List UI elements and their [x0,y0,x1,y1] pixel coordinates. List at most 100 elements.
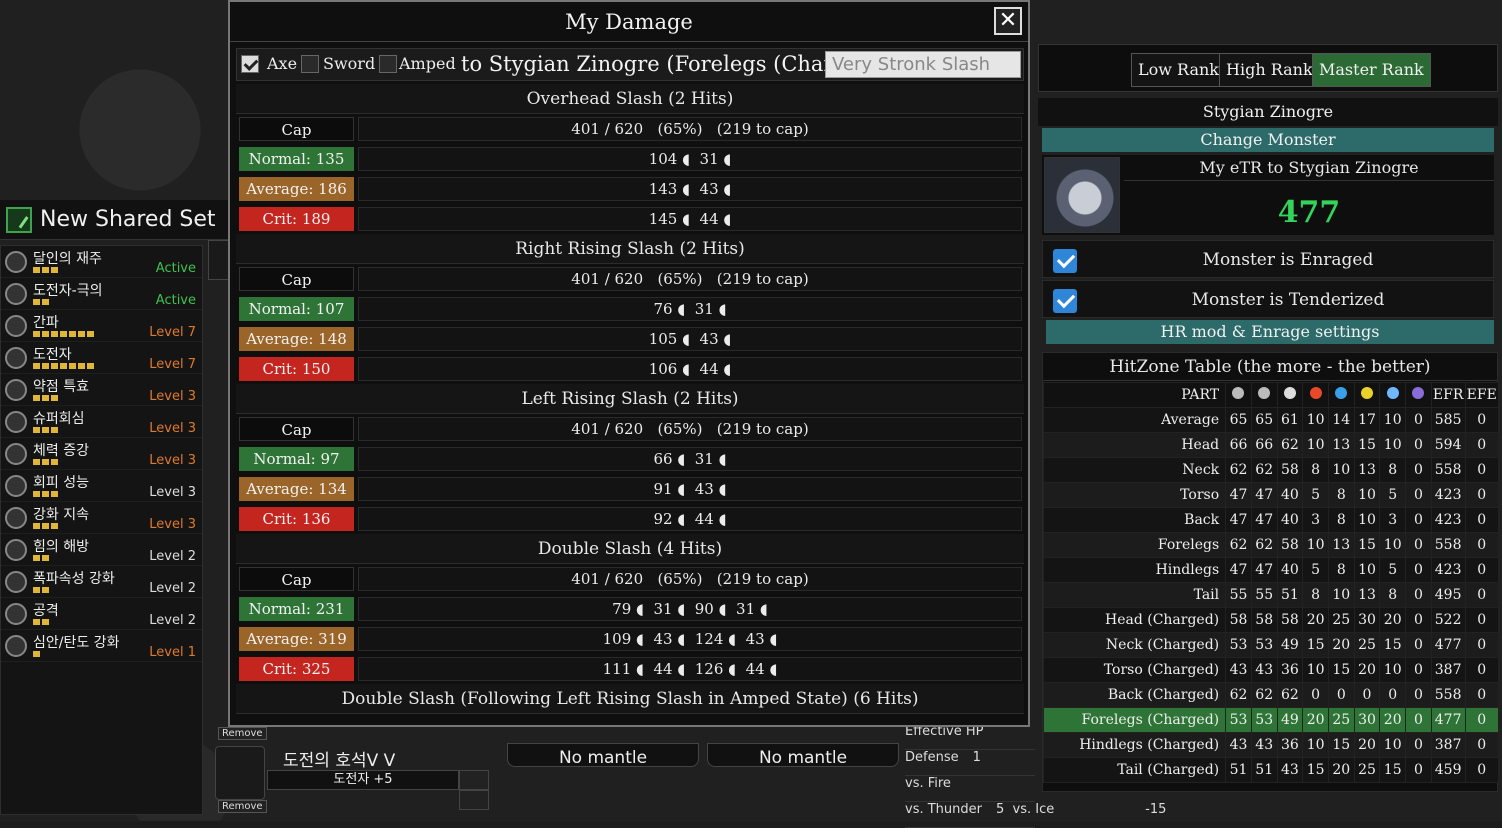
skill-icon [5,411,27,433]
skill-row[interactable]: 도전자-극의 Active [1,278,202,310]
level-pip [42,427,49,433]
charm-skill: 도전자 +5 [267,770,459,790]
etr-value: 477 [1277,195,1341,230]
crit-row: Crit: 189 145 ◖ 44 ◖ [236,204,1024,234]
level-pip [33,523,40,529]
hitzone-value: 10 [1379,657,1407,683]
hitzone-value: 522 [1430,607,1466,633]
skill-level-pips [33,619,49,625]
hitzone-value: 55 [1250,582,1278,608]
skill-level: Level 3 [149,485,196,500]
thunder-icon [1361,387,1373,399]
tenderized-toggle[interactable]: Monster is Tenderized [1042,280,1494,318]
hitzone-value: 58 [1225,607,1252,633]
skill-row[interactable]: 약점 특효 Level 3 [1,374,202,406]
preset-name-input[interactable]: Very Stronk Slash [825,51,1021,78]
skill-row[interactable]: 간파 Level 7 [1,310,202,342]
checkbox-icon[interactable] [1053,289,1077,313]
hitzone-row: Hindlegs 47 47 40 5 8 10 5 0 423 0 [1042,557,1499,583]
edit-icon [6,206,32,233]
hr-mod-button[interactable]: HR mod & Enrage settings [1046,320,1494,344]
hitzone-value: 10 [1327,582,1355,608]
skill-row[interactable]: 슈퍼회심 Level 3 [1,406,202,438]
stat-value: 1 [972,750,981,765]
hitzone-value: 594 [1430,432,1466,458]
hitzone-row: Back 47 47 40 3 8 10 3 0 423 0 [1042,507,1499,533]
my-damage-dialog: My Damage ✕ Axe Sword Amped to Stygian Z… [228,0,1030,727]
skill-row[interactable]: 힘의 해방 Level 2 [1,534,202,566]
hitzone-value: 0 [1464,557,1499,583]
sword-checkbox[interactable] [301,55,319,73]
low-rank-button[interactable]: Low Rank [1131,53,1226,87]
skill-level: Level 2 [149,613,196,628]
skill-row[interactable]: 강화 지속 Level 3 [1,502,202,534]
part-name: Head (Charged) [1042,607,1227,633]
skill-row[interactable]: 심안/탄도 강화 Level 1 [1,630,202,662]
hitzone-value: 65 [1250,407,1278,433]
new-shared-set-button[interactable]: New Shared Set [0,200,230,240]
skill-level-pips [33,523,58,529]
mantle-slot-2[interactable]: No mantle [707,743,899,768]
skill-row[interactable]: 공격 Level 2 [1,598,202,630]
skill-row[interactable]: 달인의 재주 Active [1,246,202,278]
skill-level: Level 2 [149,549,196,564]
hz-col-header [1225,382,1252,408]
high-rank-button[interactable]: High Rank [1219,53,1320,87]
cap-row: Cap 401 / 620 (65%) (219 to cap) [236,564,1024,594]
normal-label: Normal: 107 [239,297,354,321]
axe-checkbox[interactable] [241,55,259,73]
remove-button[interactable]: Remove [218,800,267,813]
cap-label: Cap [239,567,354,591]
skill-name: 강화 지속 [33,507,89,523]
skill-icon [5,507,27,529]
change-monster-button[interactable]: Change Monster [1042,128,1494,152]
hitzone-value: 423 [1430,507,1466,533]
chevron-down-icon[interactable] [459,790,489,810]
skill-row[interactable]: 도전자 Level 7 [1,342,202,374]
crit-row: Crit: 325 111 ◖ 44 ◖ 126 ◖ 44 ◖ [236,654,1024,684]
skill-row[interactable]: 체력 증강 Level 3 [1,438,202,470]
hitzone-row: Forelegs (Charged) 53 53 49 20 25 30 20 0 477 0 [1042,707,1499,733]
part-name: Torso [1042,482,1227,508]
mantle-slot-1[interactable]: No mantle [507,743,699,768]
hitzone-table: HitZone Table (the more - the better) PA… [1042,352,1499,792]
amped-checkbox[interactable] [379,55,397,73]
remove-button[interactable]: Remove [218,727,267,740]
skill-row[interactable]: 회피 성능 Level 3 [1,470,202,502]
hz-col-header [1327,382,1355,408]
part-name: Forelegs [1042,532,1227,558]
hitzone-value: 8 [1327,507,1355,533]
hitzone-value: 0 [1464,457,1499,483]
hitzone-row: Torso 47 47 40 5 8 10 5 0 423 0 [1042,482,1499,508]
hitzone-value: 10 [1302,432,1329,458]
skill-name: 공격 [33,603,59,619]
normal-label: Normal: 97 [239,447,354,471]
water-icon [1335,387,1348,399]
hitzone-value: 0 [1302,682,1329,708]
hitzone-value: 5 [1379,482,1407,508]
skill-name: 힘의 해방 [33,539,89,555]
hz-col-header [1405,382,1432,408]
hitzone-value: 25 [1327,607,1355,633]
hitzone-value: 0 [1464,532,1499,558]
skill-row[interactable]: 폭파속성 강화 Level 2 [1,566,202,598]
hz-col-header [1250,382,1278,408]
hitzone-value: 495 [1430,582,1466,608]
hitzone-value: 58 [1276,532,1304,558]
level-pip [60,331,67,337]
stat-label: vs. Fire [905,776,951,791]
chevron-up-icon[interactable] [459,770,489,790]
master-rank-button[interactable]: Master Rank [1312,53,1431,87]
close-icon[interactable]: ✕ [994,7,1022,35]
skill-icon [5,635,27,657]
hitzone-value: 55 [1225,582,1252,608]
crit-label: Crit: 136 [239,507,354,531]
part-name: Hindlegs (Charged) [1042,732,1227,758]
checkbox-icon[interactable] [1053,249,1077,273]
hitzone-value: 10 [1379,432,1407,458]
enraged-toggle[interactable]: Monster is Enraged [1042,240,1494,278]
efr-header: EFR [1430,382,1466,408]
hitzone-value: 53 [1225,632,1252,658]
part-name: Tail (Charged) [1042,757,1227,783]
efe-header: EFE [1464,382,1499,408]
